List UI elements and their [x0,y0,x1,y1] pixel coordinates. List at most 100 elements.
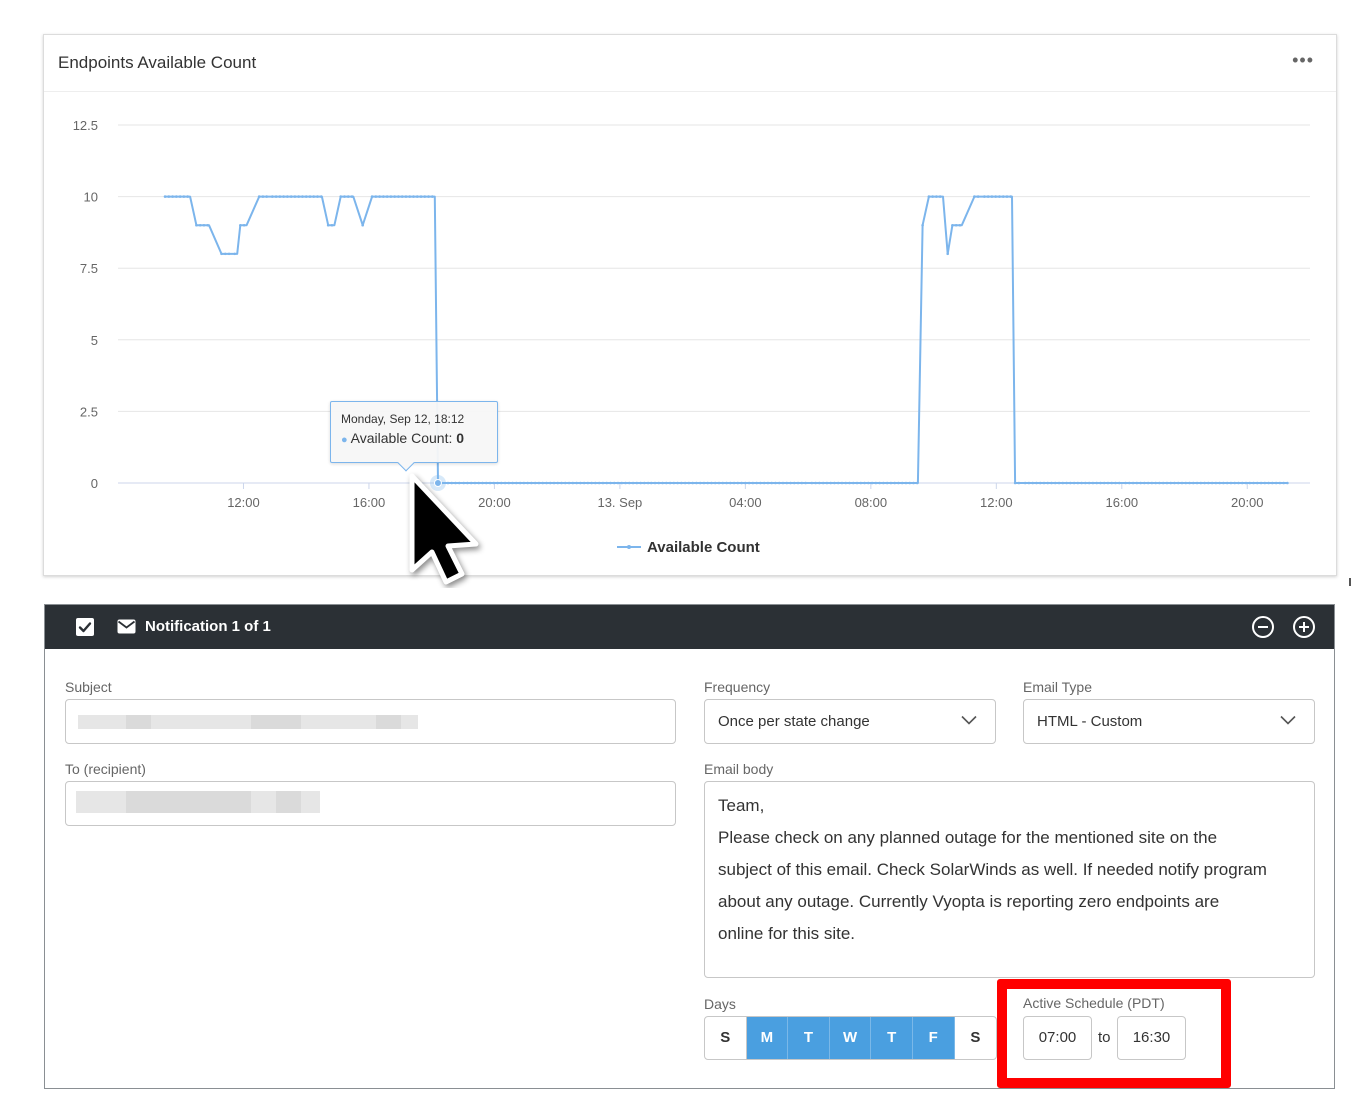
series-point [631,481,635,485]
series-point [408,195,412,198]
series-point [1244,481,1248,485]
day-sunday[interactable]: S [705,1017,747,1059]
series-point [278,195,282,198]
email-type-select[interactable]: HTML - Custom [1023,699,1315,744]
series-point [1210,481,1214,485]
series-point [851,481,855,485]
series-point [1180,481,1184,485]
series-point [710,481,713,485]
day-thursday[interactable]: T [871,1017,913,1059]
series-point [785,481,789,485]
x-tick-label: 04:00 [729,495,762,510]
series-point [389,195,393,198]
x-tick-label: 20:00 [1231,495,1264,510]
day-tuesday[interactable]: T [788,1017,830,1059]
series-point [1087,481,1091,485]
series-point [661,481,664,485]
email-type-value: HTML - Custom [1037,713,1143,730]
enable-checkbox[interactable] [76,618,94,636]
series-point [1256,481,1259,485]
series-point [973,195,976,198]
email-body-textarea[interactable]: Team, Please check on any planned outage… [704,781,1315,978]
subject-input[interactable] [65,699,676,744]
x-tick-label: 08:00 [855,495,888,510]
series-point [863,481,866,485]
x-tick-label: 16:00 [1106,495,1139,510]
series-point [759,481,762,485]
series-point [1229,481,1233,485]
series-point [859,481,863,485]
series-point [541,481,545,485]
series-point [1192,481,1195,485]
series-point [1076,481,1080,485]
series-point [374,195,378,198]
series-point [755,481,758,485]
series-point [821,481,825,485]
series-point [649,481,653,485]
add-circle-icon[interactable] [1292,615,1316,639]
series-point [800,481,804,485]
series-point [1095,481,1098,485]
series-point [397,195,400,198]
email-body-line: Team, [718,796,765,815]
series-point [1065,481,1068,485]
series-point [308,195,312,198]
series-point [1061,481,1065,485]
series-point [239,223,242,227]
email-body-line: Please check on any planned outage for t… [718,828,1218,847]
series-point [330,223,334,227]
series-point [612,481,616,485]
email-body-label: Email body [704,761,774,777]
series-point [665,481,668,485]
series-point [796,481,800,485]
series-point [500,481,503,485]
series-point [293,195,297,198]
mouse-cursor-icon [409,473,479,585]
series-point [1131,481,1135,485]
series-point [1199,481,1203,485]
series-point [1005,195,1009,198]
x-tick-label: 12:00 [980,495,1013,510]
days-label: Days [704,996,736,1012]
series-point [740,481,743,485]
series-point [560,481,563,485]
day-friday[interactable]: F [912,1017,955,1059]
series-point [747,481,751,485]
series-point [908,481,912,485]
series-point [751,481,755,485]
series-point [242,223,246,227]
series-dot-icon: ● [341,434,348,446]
day-saturday[interactable]: S [955,1017,997,1059]
series-point [1001,195,1005,198]
series-point [781,481,785,485]
series-point [1038,481,1042,485]
series-point [951,223,954,227]
series-point [777,481,781,485]
day-wednesday[interactable]: W [829,1017,872,1059]
notification-panel: Notification 1 of 1 Subject To (recipien… [44,604,1335,1089]
series-point [605,481,609,485]
series-point [855,481,859,485]
series-point [698,481,702,485]
series-point [1286,481,1289,485]
series-point [370,195,374,198]
series-point [1124,481,1127,485]
series-point [998,195,1001,198]
series-point [274,195,278,198]
series-point [717,481,721,485]
frequency-label: Frequency [704,679,771,695]
series-point [983,195,986,198]
series-point [1069,481,1072,485]
recipient-input[interactable] [65,781,676,826]
series-point [643,481,646,485]
chart-plot[interactable]: 0 2.5 5 7.5 10 12.5 12:00 16:00 20:00 13. Sep 04:0… [44,35,1336,575]
series-point [548,481,552,485]
frequency-select[interactable]: Once per state change [704,699,996,744]
day-monday[interactable]: M [746,1017,789,1059]
series-point [515,481,518,485]
series-point [1274,481,1278,485]
remove-circle-icon[interactable] [1251,615,1275,639]
series-point [339,195,343,198]
days-selector: S M T W T F S [704,1016,998,1060]
series-point [319,195,323,198]
